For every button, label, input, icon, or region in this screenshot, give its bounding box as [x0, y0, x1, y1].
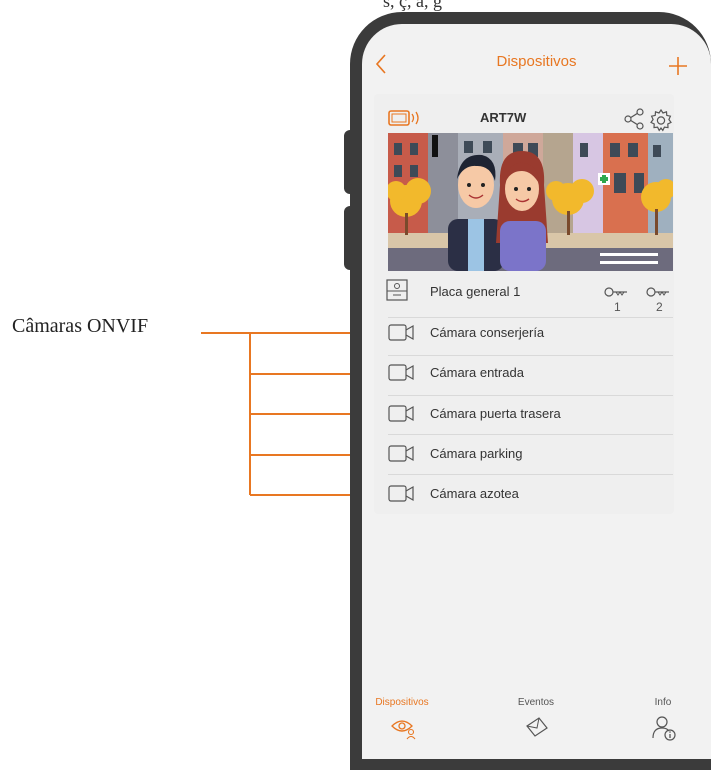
door-key-icon[interactable]	[646, 285, 670, 299]
camera-row[interactable]: Cámara puerta trasera	[388, 395, 673, 435]
video-camera-icon	[388, 364, 414, 381]
camera-label: Cámara puerta trasera	[430, 406, 561, 421]
door-panel-icon	[386, 279, 408, 301]
tab-dispositivos[interactable]: Dispositivos	[362, 697, 447, 708]
camera-label: Cámara azotea	[430, 486, 519, 501]
video-camera-icon	[388, 405, 414, 422]
device-name: ART7W	[480, 110, 527, 125]
eye-user-icon[interactable]	[390, 716, 418, 740]
gear-icon[interactable]	[649, 108, 673, 132]
camera-row[interactable]: Cámara parking	[388, 435, 673, 475]
camera-label: Cámara entrada	[430, 365, 524, 380]
user-info-icon[interactable]	[651, 714, 677, 742]
camera-label: Cámara conserjería	[430, 325, 545, 340]
envelope-icon[interactable]	[525, 716, 549, 738]
panel-label: Placa general 1	[430, 284, 521, 299]
video-preview-image[interactable]	[388, 133, 673, 271]
camera-row[interactable]: Cámara azotea	[388, 475, 673, 515]
phone-screen: Dispositivos ART7W Placa general 1 1 2 C…	[362, 24, 711, 759]
video-camera-icon	[388, 445, 414, 462]
camera-row[interactable]: Cámara entrada	[388, 354, 673, 394]
camera-label: Cámara parking	[430, 446, 523, 461]
video-camera-icon	[388, 485, 414, 502]
add-device-icon[interactable]	[668, 56, 688, 76]
page-title: Dispositivos	[496, 53, 577, 70]
video-camera-icon	[388, 324, 414, 341]
key-number-2: 2	[656, 300, 663, 314]
key-number-1: 1	[614, 300, 621, 314]
tab-info[interactable]: Info	[618, 697, 708, 708]
camera-row[interactable]: Cámara conserjería	[388, 314, 673, 354]
door-key-icon[interactable]	[604, 285, 628, 299]
intercom-monitor-icon	[388, 110, 419, 126]
share-icon[interactable]	[624, 108, 644, 130]
tab-eventos[interactable]: Eventos	[491, 697, 581, 708]
